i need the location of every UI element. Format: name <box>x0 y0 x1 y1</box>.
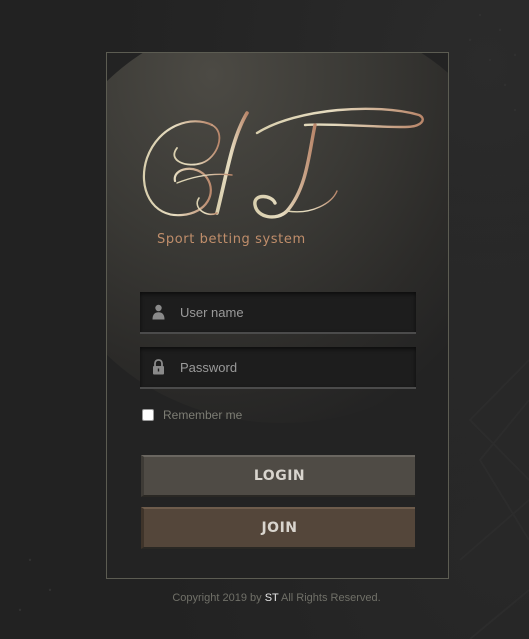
username-input[interactable] <box>180 292 405 332</box>
remember-checkbox[interactable] <box>142 409 154 421</box>
remember-label: Remember me <box>163 408 243 422</box>
username-field[interactable] <box>140 292 416 334</box>
login-panel: Sport betting system Remember me LOGIN J… <box>106 52 449 579</box>
lock-icon <box>153 359 164 375</box>
password-input[interactable] <box>180 347 405 387</box>
remember-me[interactable]: Remember me <box>142 407 242 423</box>
footer-suffix: All Rights Reserved. <box>278 592 381 604</box>
logo-tagline: Sport betting system <box>157 232 306 247</box>
st-logo <box>142 107 424 219</box>
join-button[interactable]: JOIN <box>141 507 415 549</box>
password-field[interactable] <box>140 347 416 389</box>
login-button[interactable]: LOGIN <box>141 455 415 497</box>
login-page: Sport betting system Remember me LOGIN J… <box>0 0 529 639</box>
footer-prefix: Copyright 2019 by <box>172 592 265 604</box>
user-icon <box>152 304 165 320</box>
copyright-footer: Copyright 2019 by ST All Rights Reserved… <box>0 592 529 604</box>
footer-brand: ST <box>264 592 279 604</box>
